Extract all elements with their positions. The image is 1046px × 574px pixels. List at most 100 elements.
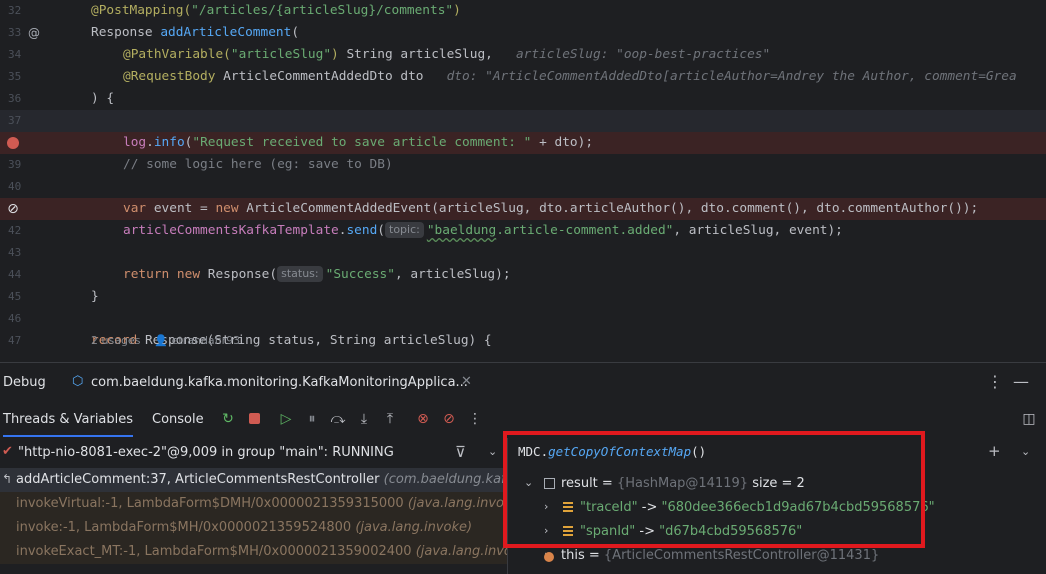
usages-count[interactable]: 2 usages <box>91 334 140 347</box>
code-token: info <box>153 135 185 150</box>
code-token: "/articles/{articleSlug}/comments" <box>191 3 454 18</box>
line-number[interactable]: 42 <box>8 220 30 242</box>
code-line[interactable]: 36) { <box>0 88 1046 110</box>
disabled-breakpoint-icon[interactable]: ⊘ <box>6 202 20 216</box>
line-number[interactable]: 37 <box>8 110 30 132</box>
evaluate-expression-field[interactable]: MDC.getCopyOfContextMap() + ⌄ <box>508 438 1046 466</box>
code-line[interactable]: 42 articleCommentsKafkaTemplate.send(topi… <box>0 220 1046 242</box>
code-token: // some logic here (eg: save to DB) <box>123 157 393 172</box>
code-token: ( <box>291 25 300 40</box>
line-number[interactable]: 35 <box>8 66 30 88</box>
code-token: send <box>346 223 378 238</box>
entry-key: "traceId" <box>580 500 638 515</box>
code-text: @RequestBody ArticleCommentAddedDto dto … <box>123 66 1017 88</box>
tab-console[interactable]: Console <box>152 412 204 427</box>
step-out-icon[interactable]: ⤒ <box>382 411 398 427</box>
view-breakpoints-icon[interactable]: ⊗ <box>415 411 431 427</box>
code-line[interactable]: 33 @ Response addArticleComment( <box>0 22 1046 44</box>
line-number[interactable]: 43 <box>8 242 30 264</box>
code-text: return new Response(status: "Success", ar… <box>123 264 511 286</box>
code-line[interactable]: 37 <box>0 110 1046 132</box>
checkmark-icon: ✔ <box>2 444 13 459</box>
chevron-down-icon[interactable]: ⌄ <box>524 476 533 489</box>
spring-app-icon: ⬡ <box>72 374 84 389</box>
code-line[interactable]: 34 @PathVariable("articleSlug") String ar… <box>0 44 1046 66</box>
arrow-label: -> <box>641 500 658 515</box>
mute-breakpoints-icon[interactable]: ⊘ <box>441 411 457 427</box>
entry-key: "spanId" <box>580 524 636 539</box>
chevron-right-icon[interactable]: › <box>544 524 548 537</box>
more-actions-icon[interactable]: ⋮ <box>467 411 483 427</box>
stack-frame[interactable]: invokeExact_MT:-1, LambdaForm$MH/0x00000… <box>0 540 507 564</box>
code-token: ) <box>453 3 461 18</box>
code-token: "articleSlug" <box>230 47 332 62</box>
line-number[interactable]: 34 <box>8 44 30 66</box>
pause-icon[interactable]: ⏸ <box>304 411 320 427</box>
add-watch-icon[interactable]: + <box>988 442 1001 460</box>
line-number[interactable]: 40 <box>8 176 30 198</box>
usages-hint[interactable]: 2 usages 👤 etrandafir93 <box>91 334 268 347</box>
rerun-icon[interactable]: ↻ <box>220 411 236 427</box>
chevron-right-icon[interactable]: › <box>544 500 548 513</box>
stack-frame[interactable]: ↰ addArticleComment:37, ArticleCommentsRe… <box>0 468 507 492</box>
code-line[interactable]: 46 <box>0 308 1046 330</box>
code-editor[interactable]: 32 @PostMapping("/articles/{articleSlug}/… <box>0 0 1046 362</box>
code-token: String articleSlug, <box>338 47 516 62</box>
code-line[interactable]: 45} <box>0 286 1046 308</box>
run-configuration-tab[interactable]: ⬡ com.baeldung.kafka.monitoring.KafkaMon… <box>60 363 475 404</box>
code-line[interactable]: 43 <box>0 242 1046 264</box>
code-line[interactable]: 32 @PostMapping("/articles/{articleSlug}/… <box>0 0 1046 22</box>
code-text: } <box>91 286 99 308</box>
stack-frame[interactable]: invoke:-1, LambdaForm$MH/0x0000021359524… <box>0 516 507 540</box>
code-text: @PostMapping("/articles/{articleSlug}/co… <box>91 0 461 22</box>
endpoint-icon[interactable]: @ <box>27 26 41 40</box>
code-text: Response addArticleComment( <box>91 22 299 44</box>
tab-threads-variables[interactable]: Threads & Variables <box>3 412 134 437</box>
map-entry-row[interactable]: › "traceId" -> "680dee366ecb1d9ad67b4cbd5… <box>508 496 1046 520</box>
close-icon[interactable]: ✕ <box>461 374 472 389</box>
parameter-hint: status: <box>277 266 323 282</box>
line-number[interactable]: 36 <box>8 88 30 110</box>
code-token: ArticleCommentAddedDto dto <box>215 69 447 84</box>
code-token: log <box>123 135 147 150</box>
breakpoint-icon[interactable] <box>6 136 20 150</box>
more-options-icon[interactable]: ⋮ <box>987 373 1003 391</box>
code-line[interactable]: ⊘ var event = new ArticleCommentAddedEven… <box>0 198 1046 220</box>
variable-row-this[interactable]: › this = {ArticleCommentsRestController@… <box>508 544 1046 568</box>
variable-size: size = 2 <box>752 476 805 491</box>
code-line[interactable]: 44 return new Response(status: "Success", … <box>0 264 1046 286</box>
line-number[interactable]: 45 <box>8 286 30 308</box>
line-number[interactable]: 46 <box>8 308 30 330</box>
thread-label: "http-nio-8081-exec-2"@9,009 in group "m… <box>18 445 394 460</box>
chevron-down-icon[interactable]: ⌄ <box>488 445 497 458</box>
variable-row-result[interactable]: ⌄ result = {HashMap@14119} size = 2 <box>508 472 1046 496</box>
line-number[interactable]: 39 <box>8 154 30 176</box>
line-number[interactable]: 47 <box>8 330 30 352</box>
thread-selector[interactable]: ✔ "http-nio-8081-exec-2"@9,009 in group … <box>0 438 507 466</box>
stop-icon[interactable] <box>246 411 262 427</box>
resume-icon[interactable]: ▷ <box>278 411 294 427</box>
code-token: Response <box>91 25 161 40</box>
line-number[interactable]: 32 <box>8 0 30 22</box>
code-token: new <box>215 201 239 216</box>
step-over-icon[interactable]: ⤼ <box>330 411 346 427</box>
code-token: event = <box>146 201 216 216</box>
stack-frame[interactable]: invokeVirtual:-1, LambdaForm$DMH/0x00000… <box>0 492 507 516</box>
minimize-icon[interactable]: — <box>1013 373 1029 391</box>
evaluate-expression-text: MDC.getCopyOfContextMap() <box>518 444 707 459</box>
code-token: "Success" <box>325 267 395 282</box>
chevron-down-icon[interactable]: ⌄ <box>1021 445 1030 458</box>
line-number[interactable]: 44 <box>8 264 30 286</box>
filter-icon[interactable]: ⊽ <box>455 443 466 461</box>
map-entry-row[interactable]: › "spanId" -> "d67b4cbd59568576" <box>508 520 1046 544</box>
code-line[interactable]: 35 @RequestBody ArticleCommentAddedDto dt… <box>0 66 1046 88</box>
layout-settings-icon[interactable]: ◫ <box>1021 411 1037 427</box>
code-text: var event = new ArticleCommentAddedEvent… <box>123 198 978 220</box>
run-configuration-label: com.baeldung.kafka.monitoring.KafkaMonit… <box>91 375 468 390</box>
step-into-icon[interactable]: ⤓ <box>356 411 372 427</box>
code-line[interactable]: 40 <box>0 176 1046 198</box>
code-line[interactable]: 39 // some logic here (eg: save to DB) <box>0 154 1046 176</box>
frame-label: invoke:-1, LambdaForm$MH/0x0000021359524… <box>16 520 473 535</box>
code-line[interactable]: log.info("Request received to save artic… <box>0 132 1046 154</box>
code-token: @PostMapping( <box>91 3 192 18</box>
